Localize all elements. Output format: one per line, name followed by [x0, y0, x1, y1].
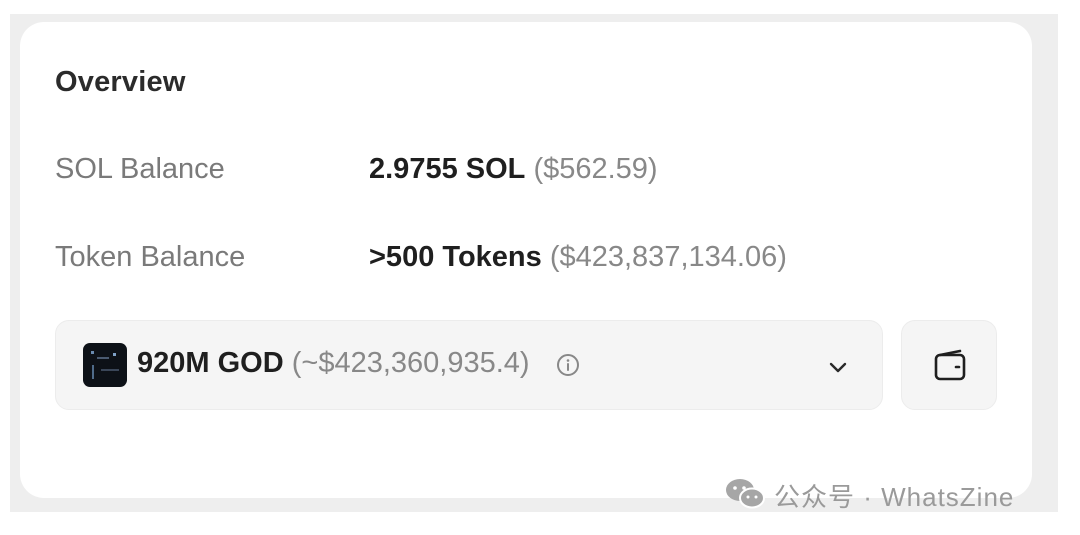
sol-balance-usd: ($562.59): [533, 153, 658, 185]
sol-balance-label: SOL Balance: [55, 153, 225, 185]
sol-balance-value: 2.9755 SOL ($562.59): [369, 153, 658, 186]
sol-balance-amount: 2.9755 SOL: [369, 153, 526, 185]
token-dropdown[interactable]: 920M GOD (~$423,360,935.4): [55, 320, 883, 410]
chevron-down-icon[interactable]: [826, 355, 850, 379]
selected-token-text: 920M GOD (~$423,360,935.4): [137, 347, 530, 380]
selected-token-amount: 920M GOD: [137, 347, 284, 379]
token-balance-label: Token Balance: [55, 241, 246, 273]
token-balance-amount: >500 Tokens: [369, 241, 542, 273]
god-token-logo: [83, 343, 127, 387]
selected-token-usd: (~$423,360,935.4): [291, 347, 530, 379]
wallet-button[interactable]: [901, 320, 997, 410]
token-balance-value: >500 Tokens ($423,837,134.06): [369, 241, 787, 274]
wechat-icon: [726, 479, 765, 509]
wallet-icon: [934, 349, 966, 381]
info-circle-icon[interactable]: [556, 353, 580, 377]
overview-card: Overview SOL Balance 2.9755 SOL ($562.59…: [20, 22, 1032, 498]
overview-title: Overview: [55, 66, 186, 98]
token-balance-usd: ($423,837,134.06): [549, 241, 787, 273]
watermark-text: 公众号 · WhatsZine: [774, 482, 1015, 512]
